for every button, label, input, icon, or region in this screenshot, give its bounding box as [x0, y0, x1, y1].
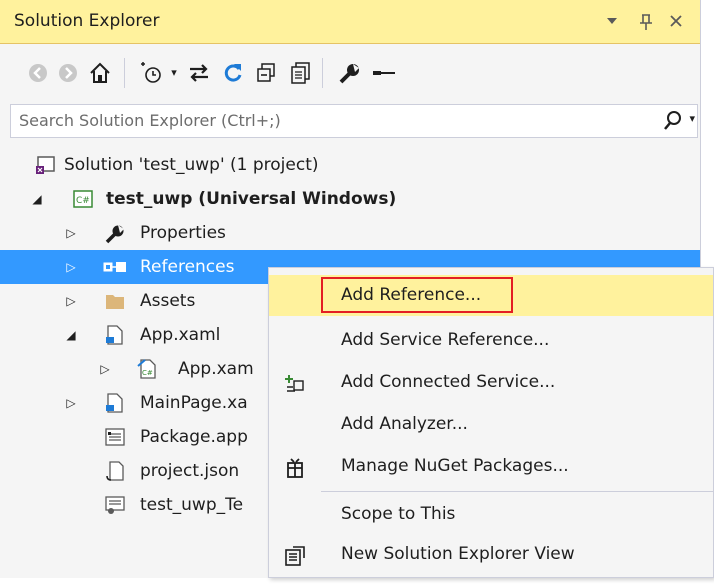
pending-dropdown-icon[interactable]: ▾	[168, 60, 180, 86]
tree-item-label: test_uwp (Universal Windows)	[106, 189, 397, 209]
back-icon[interactable]	[26, 60, 50, 86]
title-bar: Solution Explorer	[0, 0, 700, 44]
menu-item-label: Add Reference...	[341, 285, 482, 305]
context-menu: Add Reference... Add Service Reference..…	[268, 267, 714, 578]
references-icon	[102, 256, 126, 278]
tree-item-label: Solution 'test_uwp' (1 project)	[64, 155, 319, 175]
pin-icon[interactable]	[638, 9, 654, 40]
tree-item-label: test_uwp_Te	[140, 495, 244, 515]
menu-item-label: Add Analyzer...	[341, 414, 468, 434]
tree-item-label: Package.app	[140, 427, 248, 447]
close-icon[interactable]	[668, 9, 684, 40]
wrench-icon	[104, 222, 126, 244]
menu-item-manage-nuget[interactable]: Manage NuGet Packages...	[269, 446, 713, 487]
svg-text:C#: C#	[76, 196, 90, 206]
show-all-files-icon[interactable]	[288, 60, 314, 86]
manifest-icon	[104, 426, 126, 448]
properties-wrench-icon[interactable]	[336, 60, 362, 86]
folder-icon	[104, 290, 126, 312]
xaml-file-icon	[104, 392, 126, 414]
tree-item-solution[interactable]: Solution 'test_uwp' (1 project)	[0, 148, 700, 182]
menu-item-label: Manage NuGet Packages...	[341, 456, 569, 476]
tree-item-label: App.xaml	[140, 325, 221, 345]
csharp-file-icon: C#	[136, 358, 158, 380]
tree-item-label: MainPage.xa	[140, 393, 248, 413]
tree-item-label: Properties	[140, 223, 226, 243]
tree-item-label: project.json	[140, 461, 240, 481]
menu-item-scope-to-this[interactable]: Scope to This	[269, 494, 713, 535]
menu-separator	[321, 491, 713, 492]
svg-text:C#: C#	[142, 369, 153, 377]
menu-item-label: Add Connected Service...	[341, 372, 556, 392]
solution-icon	[34, 154, 56, 176]
search-box[interactable]: Search Solution Explorer (Ctrl+;) ▾	[10, 104, 698, 138]
expanded-arrow-icon[interactable]: ◢	[64, 318, 78, 352]
menu-item-add-reference[interactable]: Add Reference...	[269, 275, 713, 316]
toolbar-separator	[322, 58, 323, 88]
window-dropdown-icon[interactable]	[606, 9, 618, 40]
xaml-file-icon	[104, 324, 126, 346]
new-view-icon	[283, 543, 307, 567]
collapsed-arrow-icon[interactable]: ▷	[64, 250, 78, 284]
tree-item-label: App.xam	[178, 359, 254, 379]
pending-changes-icon[interactable]	[138, 60, 166, 86]
toolbar-separator	[124, 58, 125, 88]
collapsed-arrow-icon[interactable]: ▷	[64, 386, 78, 420]
refresh-icon[interactable]	[220, 60, 246, 86]
search-input[interactable]: Search Solution Explorer (Ctrl+;)	[19, 111, 281, 130]
json-file-icon	[104, 460, 126, 482]
menu-item-add-service-reference[interactable]: Add Service Reference...	[269, 320, 713, 361]
sync-active-icon[interactable]	[186, 60, 212, 86]
csharp-project-icon: C#	[72, 188, 94, 210]
forward-icon[interactable]	[56, 60, 80, 86]
menu-item-label: New Solution Explorer View	[341, 544, 575, 564]
collapsed-arrow-icon[interactable]: ▷	[64, 216, 78, 250]
search-icon[interactable]	[663, 108, 683, 139]
collapsed-arrow-icon[interactable]: ▷	[98, 352, 112, 386]
tree-item-properties[interactable]: ▷ Properties	[0, 216, 700, 250]
menu-item-new-solution-explorer-view[interactable]: New Solution Explorer View	[269, 534, 713, 575]
menu-item-add-connected-service[interactable]: Add Connected Service...	[269, 362, 713, 403]
tree-item-label: References	[140, 257, 235, 277]
certificate-icon	[104, 494, 126, 516]
toolbar: ▾	[0, 44, 700, 102]
collapsed-arrow-icon[interactable]: ▷	[64, 284, 78, 318]
preview-icon[interactable]	[370, 60, 398, 86]
tree-item-label: Assets	[140, 291, 196, 311]
panel-title: Solution Explorer	[14, 11, 160, 31]
menu-item-label: Add Service Reference...	[341, 330, 550, 350]
menu-item-label: Scope to This	[341, 504, 456, 524]
home-icon[interactable]	[86, 60, 114, 86]
tree-item-project[interactable]: ◢ C# test_uwp (Universal Windows)	[0, 182, 700, 216]
expanded-arrow-icon[interactable]: ◢	[30, 182, 44, 216]
nuget-icon	[283, 455, 307, 479]
menu-item-add-analyzer[interactable]: Add Analyzer...	[269, 404, 713, 445]
connected-service-icon	[283, 371, 307, 395]
collapse-all-icon[interactable]	[254, 60, 280, 86]
search-options-dropdown-icon[interactable]: ▾	[689, 112, 695, 125]
